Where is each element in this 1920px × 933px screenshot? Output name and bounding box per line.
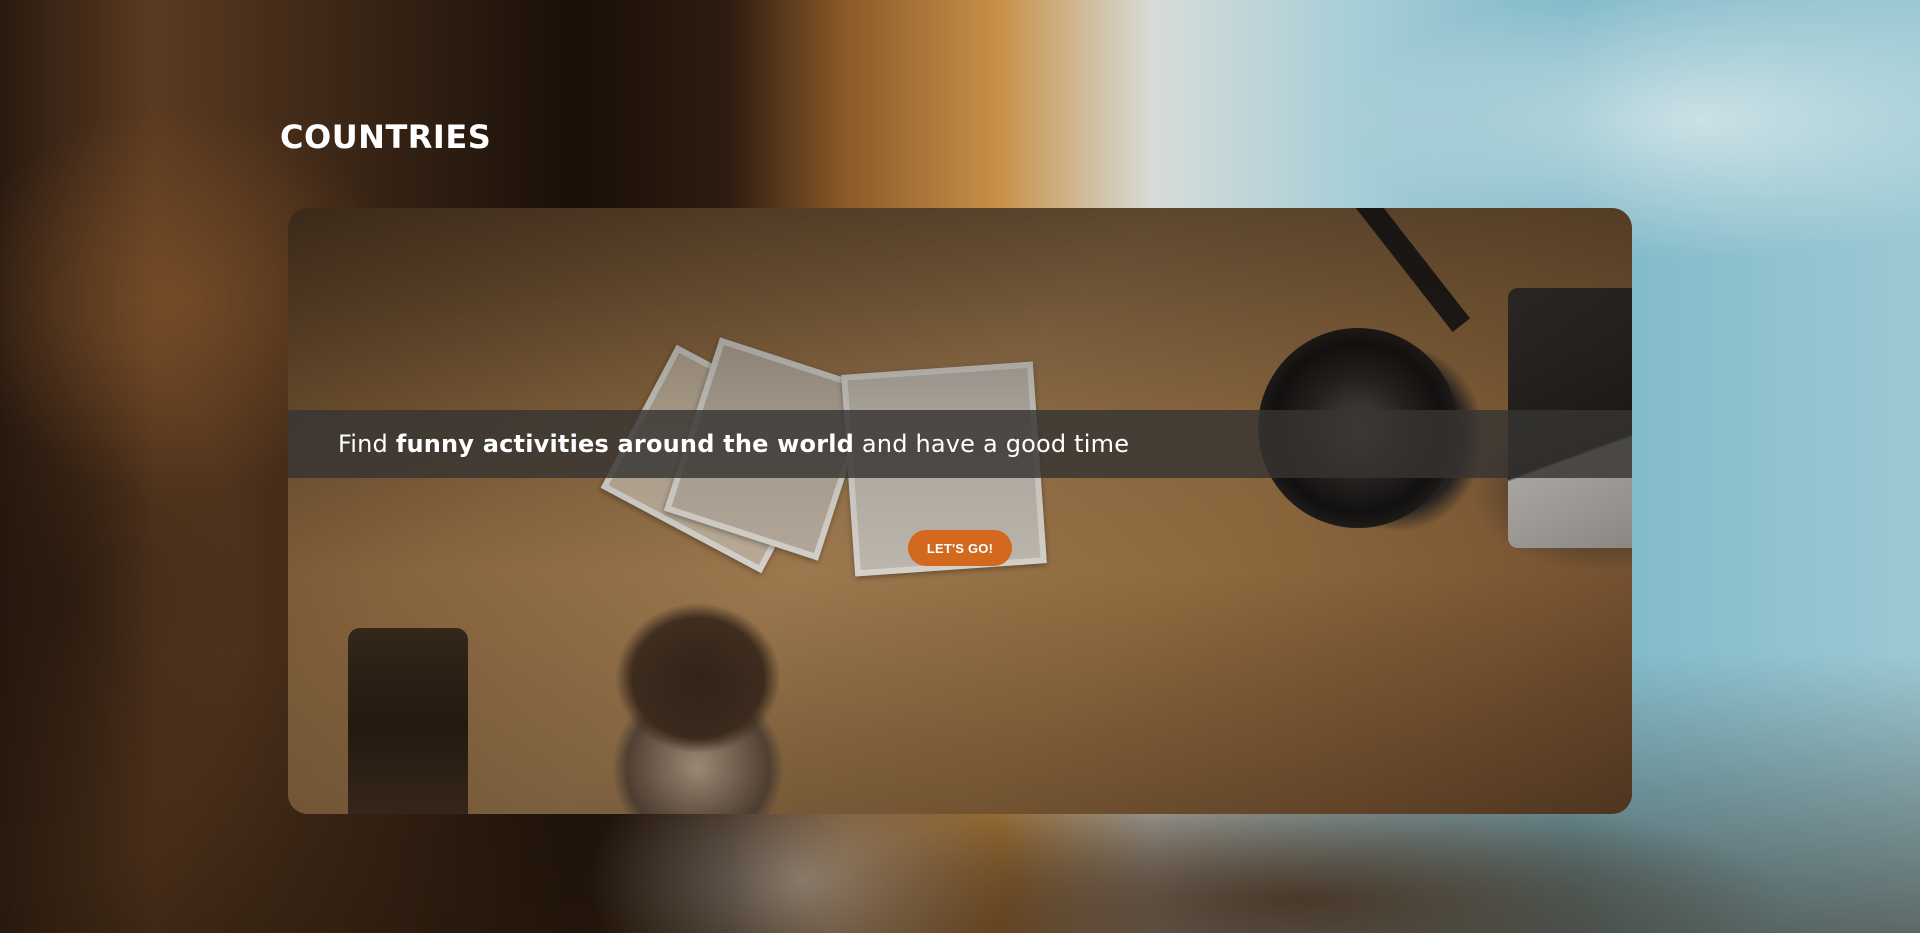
page: COUNTRIES Find funny activities around t… bbox=[0, 0, 1920, 933]
hero-caption-emphasis: funny activities around the world bbox=[395, 430, 855, 458]
hero-caption-band: Find funny activities around the world a… bbox=[288, 410, 1632, 478]
hero-card-shade bbox=[288, 208, 1632, 814]
hero-caption: Find funny activities around the world a… bbox=[338, 430, 1129, 458]
hero-card: Find funny activities around the world a… bbox=[288, 208, 1632, 814]
lets-go-button[interactable]: LET'S GO! bbox=[908, 530, 1012, 566]
hero-caption-end: and have a good time bbox=[854, 430, 1130, 458]
hero-caption-start: Find bbox=[338, 430, 396, 458]
page-title: COUNTRIES bbox=[280, 118, 492, 156]
